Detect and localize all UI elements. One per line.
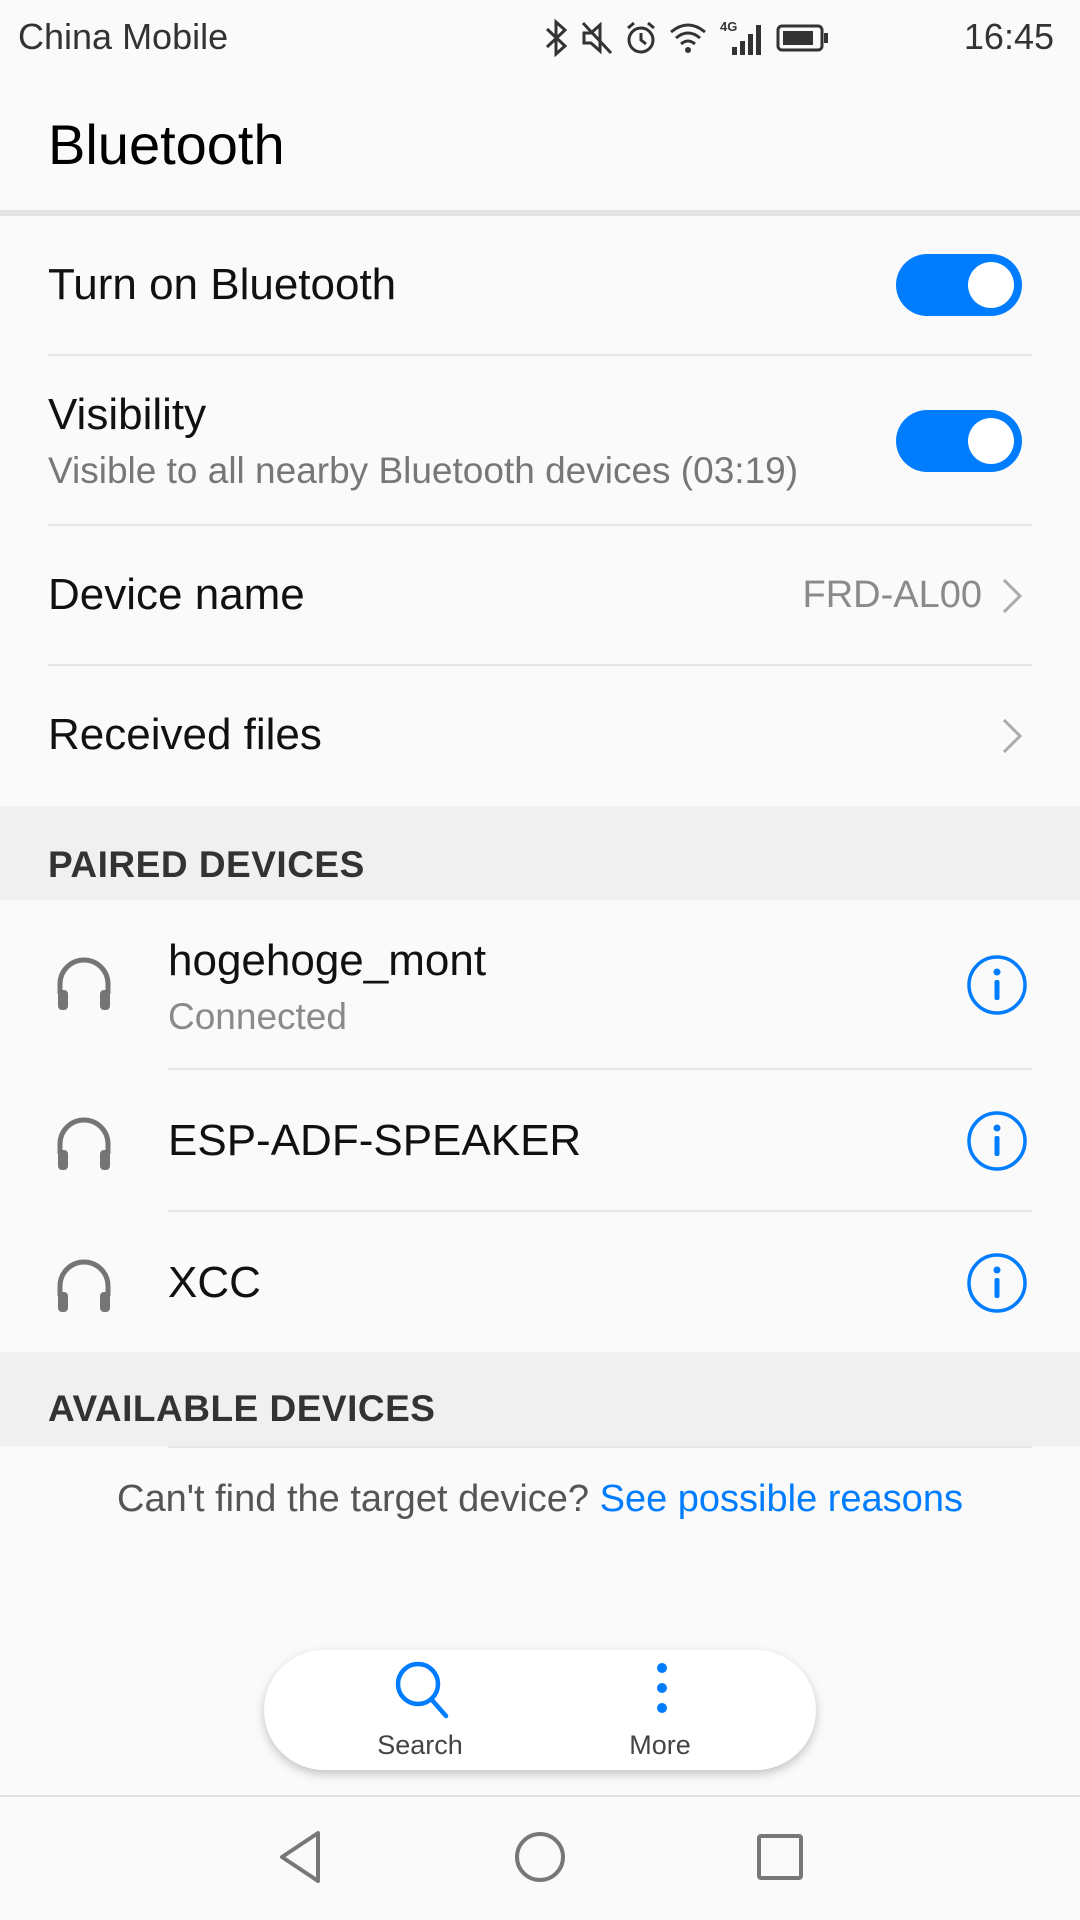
hint-text: Can't find the target device? [117, 1478, 590, 1520]
info-icon[interactable] [966, 1110, 1028, 1172]
visibility-row[interactable]: Visibility Visible to all nearby Bluetoo… [0, 356, 1080, 524]
search-icon [395, 1661, 449, 1719]
battery-icon [776, 24, 828, 52]
info-icon[interactable] [966, 1252, 1028, 1314]
back-icon[interactable] [270, 1827, 330, 1887]
bluetooth-toggle-row[interactable]: Turn on Bluetooth [0, 216, 1080, 356]
device-name-value: FRD-AL00 [802, 574, 983, 616]
available-devices-header: AVAILABLE DEVICES [0, 1352, 1080, 1446]
more-button[interactable]: More [560, 1650, 760, 1770]
clock: 16:45 [963, 16, 1054, 57]
more-label: More [629, 1730, 691, 1760]
device-name-label: Device name [48, 570, 305, 619]
device-name: ESP-ADF-SPEAKER [168, 1116, 582, 1165]
alarm-icon [627, 21, 655, 54]
bluetooth-toggle-switch[interactable] [896, 254, 1022, 316]
visibility-subtitle: Visible to all nearby Bluetooth devices … [48, 450, 799, 491]
device-status: Connected [168, 996, 347, 1037]
device-name: hogehoge_mont [168, 936, 487, 985]
chevron-right-icon [1002, 578, 1023, 614]
mute-icon [581, 21, 613, 55]
svg-text:4G: 4G [720, 19, 737, 34]
status-bar: China Mobile 4G 16:45 [0, 0, 1080, 76]
paired-device-row[interactable]: XCC [0, 1212, 1080, 1352]
received-files-row[interactable]: Received files [0, 666, 1080, 806]
received-files-label: Received files [48, 710, 322, 759]
carrier-name: China Mobile [18, 16, 229, 57]
toggle-knob [968, 262, 1014, 308]
wifi-icon [670, 23, 706, 53]
available-devices-title: AVAILABLE DEVICES [48, 1388, 436, 1429]
cant-find-hint: Can't find the target device? See possib… [0, 1478, 1080, 1521]
headphones-icon [57, 1259, 111, 1312]
navigation-bar [0, 1795, 1080, 1920]
info-icon[interactable] [966, 954, 1028, 1016]
toggle-knob [968, 418, 1014, 464]
paired-device-row[interactable]: ESP-ADF-SPEAKER [0, 1070, 1080, 1210]
action-bar: Search More [264, 1650, 816, 1770]
headphones-icon [57, 957, 111, 1010]
visibility-toggle-switch[interactable] [896, 410, 1022, 472]
device-name: XCC [168, 1258, 261, 1307]
paired-devices-header: PAIRED DEVICES [0, 806, 1080, 900]
more-vertical-icon [657, 1663, 667, 1713]
bluetooth-toggle-label: Turn on Bluetooth [48, 260, 397, 309]
device-name-row[interactable]: Device name FRD-AL00 [0, 526, 1080, 664]
search-button[interactable]: Search [320, 1650, 520, 1770]
chevron-right-icon [1002, 718, 1023, 754]
paired-device-row[interactable]: hogehoge_mont Connected [0, 900, 1080, 1068]
visibility-label: Visibility [48, 390, 207, 439]
signal-icon: 4G [720, 19, 761, 55]
headphones-icon [57, 1117, 111, 1170]
divider [168, 1446, 1032, 1448]
search-label: Search [377, 1730, 463, 1760]
page-title: Bluetooth [48, 113, 285, 176]
possible-reasons-link[interactable]: See possible reasons [600, 1478, 963, 1520]
paired-devices-title: PAIRED DEVICES [48, 844, 365, 885]
status-icons: 4G [544, 14, 830, 62]
recents-icon[interactable] [750, 1827, 810, 1887]
home-icon[interactable] [510, 1827, 570, 1887]
bluetooth-icon [545, 19, 568, 57]
